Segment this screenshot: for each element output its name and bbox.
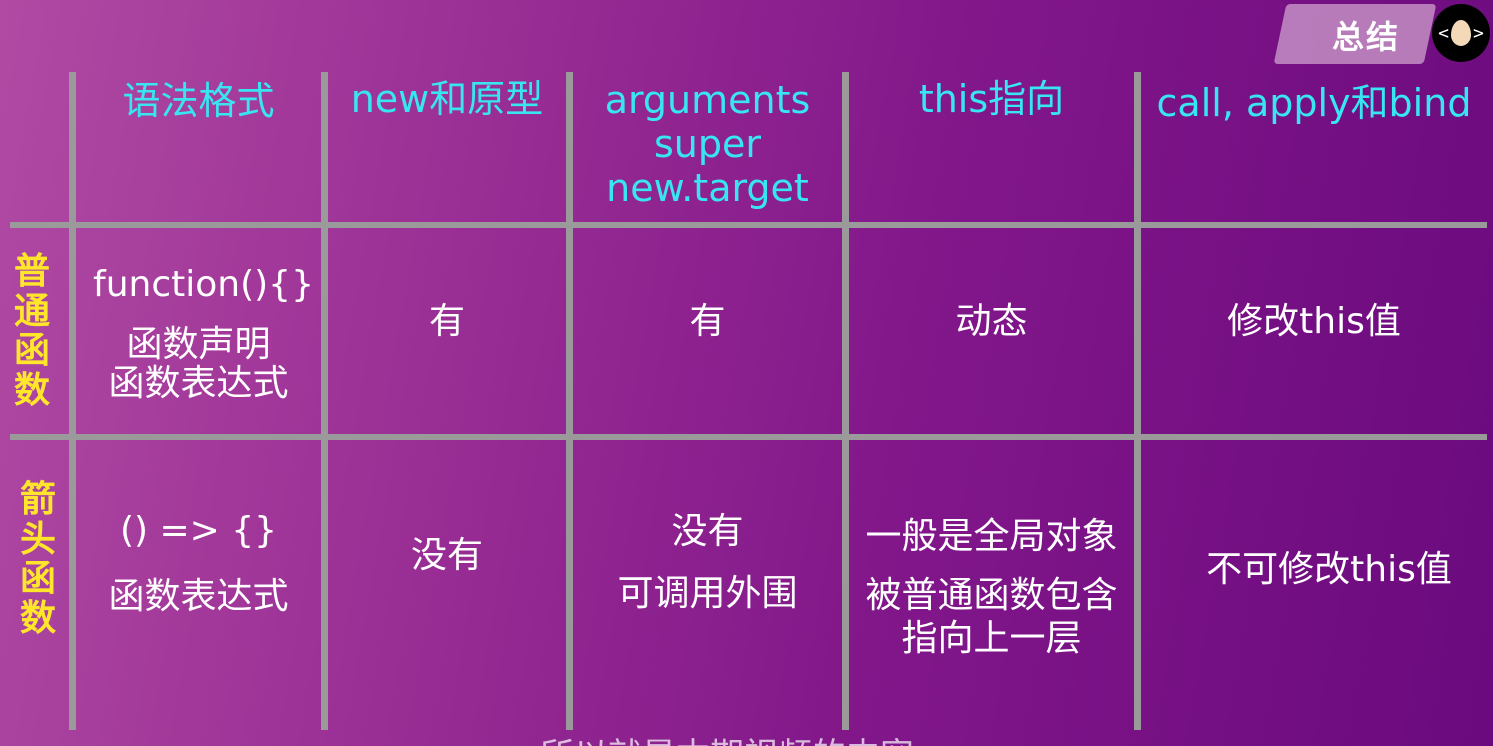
summary-badge: 总结 [1332, 18, 1401, 56]
grid-vline-4 [842, 72, 849, 730]
grid-vline-1 [69, 72, 76, 730]
normal-syntax-cell: function(){} 函数声明 函数表达式 [76, 232, 321, 432]
grid-vline-5 [1134, 72, 1141, 730]
row-label-normal-char: 普 [14, 251, 51, 292]
arrow-call: 不可修改this值 [1206, 548, 1452, 590]
normal-this: 动态 [955, 300, 1028, 342]
arrow-new-proto: 没有 [410, 534, 483, 576]
arrow-syntax-cell: () => {} 函数表达式 [76, 494, 321, 634]
row-label-arrow-char: 箭 [20, 479, 57, 520]
arrow-syntax-code: () => {} [119, 509, 278, 551]
header-call: call, apply和bind [1156, 80, 1472, 125]
logo-right-bracket: > [1473, 22, 1484, 44]
row-label-normal: 普 通 函 数 [14, 252, 50, 410]
arrow-this-global: 一般是全局对象 [865, 515, 1118, 557]
normal-syntax-code: function(){} [93, 264, 314, 306]
normal-syntax-declaration: 函数声明 [126, 323, 271, 365]
grid-hline-2 [10, 434, 1487, 440]
header-syntax: 语法格式 [122, 78, 275, 123]
video-subtitle: 所以就是本期视频的内容 [540, 728, 914, 746]
channel-logo: < > [1432, 4, 1490, 62]
row-label-arrow: 箭 头 函 数 [20, 480, 56, 638]
row-label-arrow-char: 头 [20, 518, 57, 560]
header-new-proto: new和原型 [350, 76, 544, 121]
arrow-arguments-none: 没有 [671, 510, 744, 552]
grid-vline-3 [566, 72, 573, 730]
header-this: this指向 [918, 76, 1065, 121]
normal-arguments: 有 [689, 300, 726, 342]
normal-new-proto: 有 [428, 300, 465, 342]
arrow-this-cell: 一般是全局对象 被普通函数包含 指向上一层 [849, 498, 1134, 674]
row-label-arrow-char: 函 [20, 558, 57, 600]
header-arguments-line: arguments [604, 78, 811, 123]
row-label-normal-char: 通 [14, 290, 51, 332]
arrow-arguments-cell: 没有 可调用外围 [573, 498, 842, 628]
header-arguments: arguments super new.target [573, 72, 842, 218]
egg-icon [1451, 20, 1471, 46]
row-label-normal-char: 数 [14, 369, 51, 411]
row-label-normal-char: 函 [14, 330, 51, 372]
row-label-arrow-char: 数 [20, 597, 57, 639]
normal-call: 修改this值 [1227, 300, 1401, 342]
logo-left-bracket: < [1438, 22, 1449, 44]
arrow-arguments-outer: 可调用外围 [617, 573, 798, 614]
header-new-target-line: new.target [606, 165, 809, 210]
arrow-this-contained: 被普通函数包含 [865, 575, 1118, 616]
header-super-line: super [653, 122, 761, 167]
grid-vline-2 [321, 72, 328, 730]
arrow-syntax-expression: 函数表达式 [108, 576, 289, 617]
arrow-this-upper: 指向上一层 [901, 618, 1082, 660]
normal-syntax-expression: 函数表达式 [108, 363, 289, 405]
grid-hline-1 [10, 222, 1487, 228]
